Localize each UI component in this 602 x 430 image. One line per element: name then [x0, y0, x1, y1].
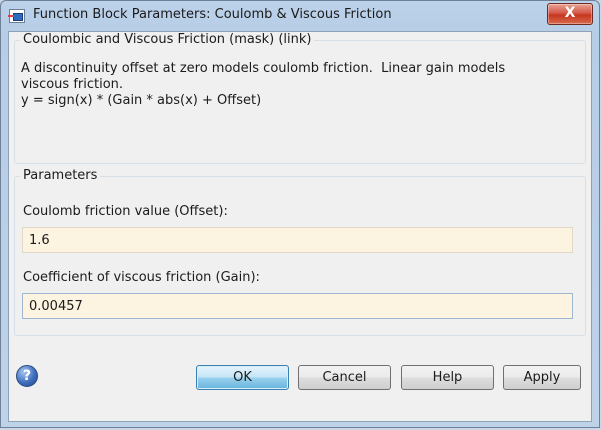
arrow-glyph — [8, 15, 14, 17]
cancel-button[interactable]: Cancel — [298, 365, 391, 390]
dialog-client-area: Coulombic and Viscous Friction (mask) (l… — [8, 31, 592, 422]
apply-button[interactable]: Apply — [503, 365, 581, 390]
mask-group-title: Coulombic and Viscous Friction (mask) (l… — [20, 32, 315, 47]
parameters-group-title: Parameters — [20, 168, 101, 183]
gain-label: Coefficient of viscous friction (Gain): — [23, 270, 260, 285]
offset-label: Coulomb friction value (Offset): — [23, 204, 228, 219]
window-title: Function Block Parameters: Coulomb & Vis… — [33, 7, 392, 22]
block-glyph — [13, 13, 23, 21]
title-bar[interactable]: Function Block Parameters: Coulomb & Vis… — [1, 1, 599, 31]
mask-description: A discontinuity offset at zero models co… — [21, 61, 581, 109]
close-button[interactable]: X — [547, 3, 593, 25]
description-line: A discontinuity offset at zero models co… — [21, 61, 506, 76]
offset-input[interactable] — [22, 227, 573, 253]
close-icon: X — [564, 5, 576, 21]
ok-button[interactable]: OK — [196, 365, 289, 390]
simulink-block-icon — [8, 9, 25, 23]
dialog-window: Function Block Parameters: Coulomb & Vis… — [0, 0, 600, 428]
gain-input[interactable] — [22, 293, 573, 319]
description-line: y = sign(x) * (Gain * abs(x) + Offset) — [21, 93, 262, 108]
help-icon[interactable]: ? — [16, 365, 38, 387]
help-button[interactable]: Help — [401, 365, 494, 390]
description-line: viscous friction. — [21, 77, 124, 92]
